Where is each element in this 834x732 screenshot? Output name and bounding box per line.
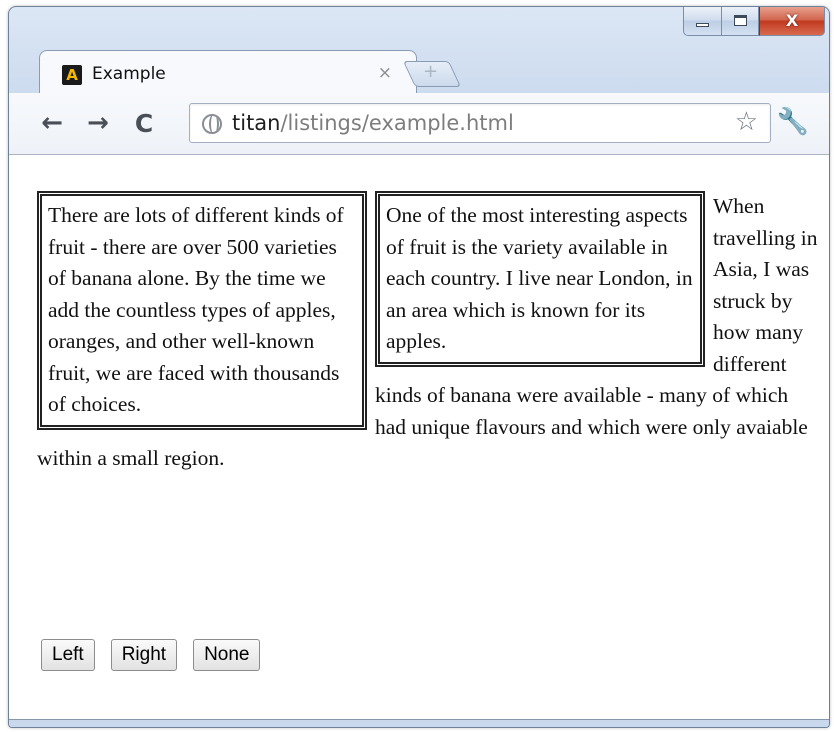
bookmark-star-icon[interactable]: ☆ — [735, 107, 758, 137]
close-window-button[interactable]: X — [759, 7, 825, 36]
none-button[interactable]: None — [193, 639, 261, 671]
address-bar[interactable]: titan/listings/example.html ☆ — [189, 103, 771, 143]
float-buttons: Left Right None — [41, 639, 261, 671]
url-text: titan/listings/example.html — [232, 111, 514, 135]
reload-icon: C — [134, 108, 154, 138]
window-bottom-border — [9, 719, 829, 727]
document-body: There are lots of different kinds of fru… — [37, 191, 819, 475]
toolbar: ← → C titan/listings/example.html ☆ 🔧 — [9, 93, 829, 155]
reload-button[interactable]: C — [127, 105, 161, 141]
tab-example[interactable]: A Example × — [39, 50, 417, 94]
tab-strip: A Example × + — [9, 45, 829, 94]
new-tab-icon: + — [423, 61, 439, 82]
maximize-button[interactable] — [721, 7, 759, 36]
minimize-icon — [696, 22, 709, 27]
back-button[interactable]: ← — [35, 105, 69, 141]
favicon-icon: A — [62, 65, 82, 85]
float-box-one: There are lots of different kinds of fru… — [37, 191, 367, 430]
page-viewport: There are lots of different kinds of fru… — [9, 155, 829, 727]
browser-window: X A Example × + ← → C titan/listings/exa… — [8, 6, 830, 728]
right-button[interactable]: Right — [110, 639, 178, 671]
tab-title: Example — [92, 64, 166, 84]
forward-button[interactable]: → — [81, 105, 115, 141]
minimize-button[interactable] — [683, 7, 721, 36]
forward-arrow-icon: → — [87, 108, 109, 138]
float-box-two: One of the most interesting aspects of f… — [375, 191, 705, 367]
back-arrow-icon: ← — [41, 108, 63, 138]
left-button[interactable]: Left — [41, 639, 95, 671]
maximize-icon — [733, 15, 747, 26]
caption-buttons: X — [683, 7, 825, 38]
wrench-menu-icon[interactable]: 🔧 — [777, 107, 809, 137]
url-path: /listings/example.html — [280, 111, 514, 135]
tab-close-icon[interactable]: × — [378, 63, 392, 83]
globe-icon — [202, 114, 222, 134]
close-icon: X — [785, 11, 799, 30]
url-host: titan — [232, 111, 281, 135]
